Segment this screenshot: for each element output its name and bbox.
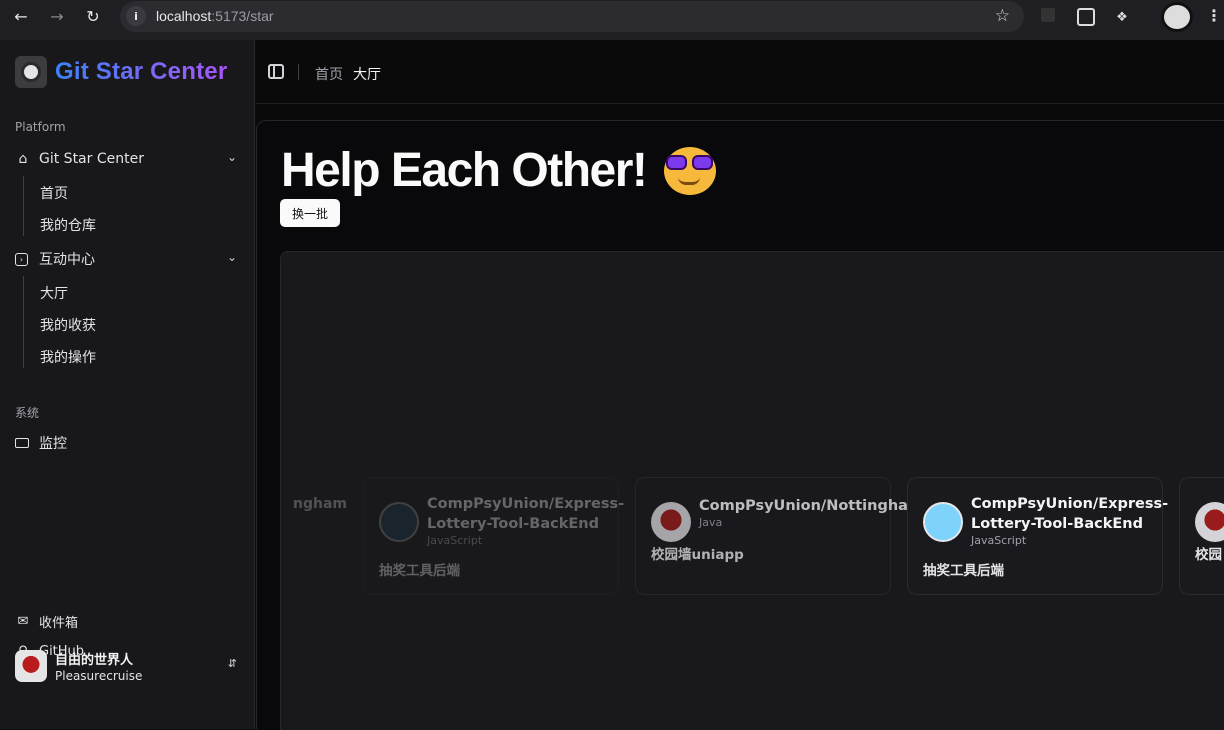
terminal-icon: › xyxy=(15,252,28,266)
forward-icon[interactable]: → xyxy=(46,5,68,27)
repo-description: 抽奖工具后端 xyxy=(923,563,1004,579)
back-icon[interactable]: ← xyxy=(10,5,32,27)
repo-title: CompPsyUnion/Express-Lottery-Tool-BackEn… xyxy=(971,496,1169,532)
bookmark-star-icon[interactable]: ☆ xyxy=(995,6,1010,26)
sidebar-item-inbox[interactable]: ✉ 收件箱 xyxy=(15,612,78,631)
chevrons-up-down-icon: ⇵ xyxy=(227,657,237,670)
browser-toolbar: ← → ↻ i localhost:5173/star ☆ ❖ ⋮ xyxy=(0,0,1224,40)
sidebar-item-my-repos[interactable]: 我的仓库 xyxy=(40,215,96,235)
reload-icon[interactable]: ↻ xyxy=(82,5,104,27)
submenu-line xyxy=(23,276,24,368)
submenu-line xyxy=(23,176,24,236)
mail-icon: ✉ xyxy=(17,614,29,629)
platform-label: Platform xyxy=(15,120,66,134)
sidebar-item-my-actions[interactable]: 我的操作 xyxy=(40,347,96,367)
ghost-text: ngham xyxy=(293,496,347,512)
main-panel: Help Each Other! 换一批 ngham CompPsyUnion/… xyxy=(256,120,1224,730)
menu-label: 监控 xyxy=(39,436,67,452)
chevron-down-icon[interactable]: ⌄ xyxy=(227,250,237,264)
repo-card[interactable]: CompPsyUnion/Express-Lottery-Tool-BackEn… xyxy=(363,477,625,595)
page-title: Help Each Other! xyxy=(281,143,717,198)
extensions-puzzle-icon[interactable]: ❖ xyxy=(1113,8,1131,26)
refresh-batch-button[interactable]: 换一批 xyxy=(280,199,340,227)
url-path: :5173/star xyxy=(211,8,274,24)
chevron-down-icon[interactable]: ⌄ xyxy=(227,150,237,164)
site-info-icon[interactable]: i xyxy=(126,6,146,26)
brand[interactable]: Git Star Center xyxy=(15,56,227,88)
extension-icon[interactable] xyxy=(1041,8,1055,22)
browser-menu-icon[interactable]: ⋮ xyxy=(1206,6,1222,25)
breadcrumb-home[interactable]: 首页 xyxy=(315,64,343,84)
repo-language: JavaScript xyxy=(427,534,483,547)
repo-avatar xyxy=(1195,502,1224,542)
profile-avatar[interactable] xyxy=(1161,2,1193,32)
sunglasses-emoji-icon xyxy=(664,146,717,195)
repo-avatar xyxy=(379,502,419,542)
breadcrumb-current: 大厅 xyxy=(353,67,381,83)
menu-label: 互动中心 xyxy=(39,252,95,268)
repo-avatar xyxy=(651,502,691,542)
inbox-label: 收件箱 xyxy=(39,616,79,631)
extension-glasses-icon[interactable] xyxy=(1077,8,1095,26)
address-bar[interactable]: i localhost:5173/star ☆ xyxy=(120,1,1024,32)
menu-interaction-center[interactable]: › 互动中心 ⌄ xyxy=(15,246,241,272)
repo-card[interactable]: CompPsyUnion/Nottingham Java 校园墙uniapp xyxy=(635,477,924,595)
brand-logo-icon xyxy=(15,56,47,88)
repo-language: Java xyxy=(699,516,723,529)
sidebar-item-hall[interactable]: 大厅 xyxy=(40,283,68,303)
repo-description: 校园 xyxy=(1195,547,1222,563)
sidebar-item-my-gains[interactable]: 我的收获 xyxy=(40,315,96,335)
sidebar: Git Star Center Platform ⌂ Git Star Cent… xyxy=(0,40,255,729)
header: 首页 大厅 xyxy=(256,40,1224,104)
repo-card[interactable]: CompPsyUnion/Express-Lottery-Tool-BackEn… xyxy=(907,477,1169,595)
avatar xyxy=(15,650,47,682)
repo-avatar xyxy=(923,502,963,542)
repo-language: JavaScript xyxy=(971,534,1027,547)
sidebar-toggle-icon[interactable] xyxy=(268,64,284,79)
menu-git-star-center[interactable]: ⌂ Git Star Center ⌄ xyxy=(15,146,241,172)
brand-name: Git Star Center xyxy=(55,58,228,85)
monitor-icon xyxy=(15,438,29,448)
hero-text: Help Each Other! xyxy=(281,144,648,197)
separator xyxy=(298,64,299,80)
user-handle: Pleasurecruise xyxy=(55,669,143,683)
repo-card[interactable]: 校园 xyxy=(1179,477,1224,595)
home-icon: ⌂ xyxy=(18,151,28,167)
user-name: 自由的世界人 xyxy=(55,653,134,668)
sidebar-item-home[interactable]: 首页 xyxy=(40,183,68,203)
user-menu[interactable]: 自由的世界人 Pleasurecruise ⇵ xyxy=(15,649,241,683)
sidebar-item-monitor[interactable]: 监控 xyxy=(15,430,241,456)
url-text[interactable]: localhost:5173/star xyxy=(156,8,274,24)
repo-description: 校园墙uniapp xyxy=(651,547,744,563)
system-label: 系统 xyxy=(15,406,40,420)
repo-description: 抽奖工具后端 xyxy=(379,563,460,579)
repo-carousel: ngham CompPsyUnion/Express-Lottery-Tool-… xyxy=(280,251,1224,730)
repo-title: CompPsyUnion/Nottingham xyxy=(699,498,924,514)
menu-label: Git Star Center xyxy=(39,151,144,167)
url-host: localhost xyxy=(156,8,212,24)
repo-title: CompPsyUnion/Express-Lottery-Tool-BackEn… xyxy=(427,496,625,532)
